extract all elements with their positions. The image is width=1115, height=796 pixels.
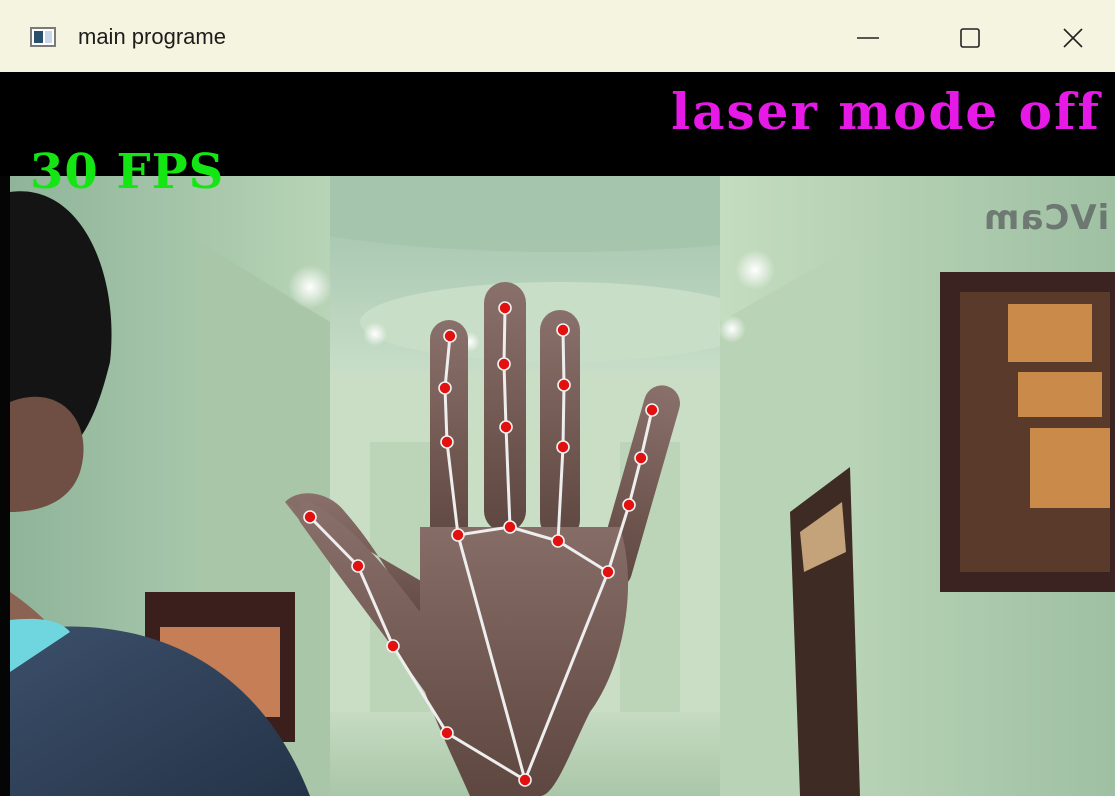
fps-counter: 30 FPS [30,144,225,200]
frame-edge [0,176,10,796]
minimize-icon [857,37,879,39]
maximize-button[interactable] [940,14,1000,62]
laser-mode-status: laser mode off [671,82,1101,141]
window-title: main programe [78,24,226,49]
close-icon [1063,28,1083,48]
app-window: main programe laser mode off 30 FPS iVCa… [0,0,1115,796]
ivcam-watermark: iVCam [982,198,1109,238]
maximize-icon [960,28,980,48]
close-button[interactable] [1043,14,1103,62]
app-window-icon [30,27,56,47]
minimize-button[interactable] [838,14,898,62]
camera-feed: laser mode off 30 FPS iVCam [0,72,1115,796]
title-bar[interactable]: main programe [0,0,1115,72]
